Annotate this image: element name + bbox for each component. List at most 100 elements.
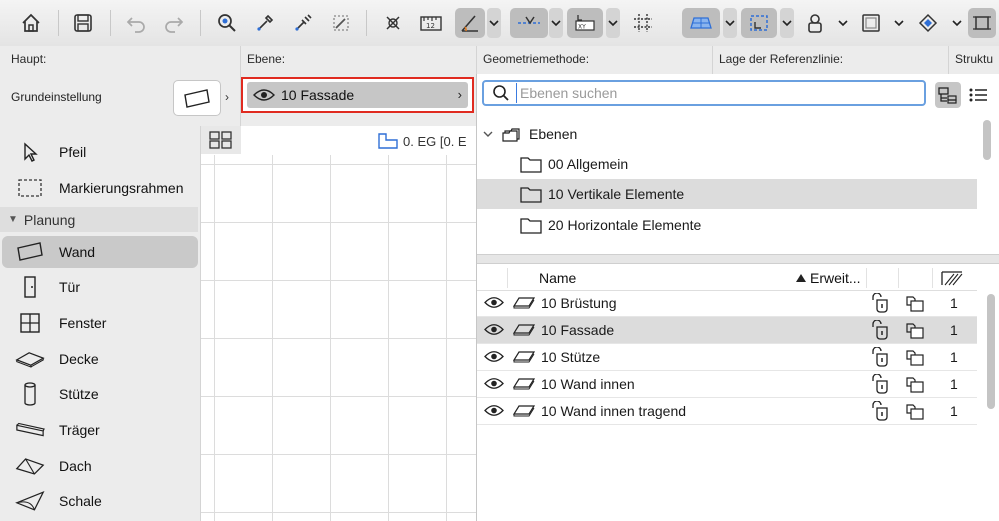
chevron-down-icon[interactable] [892, 8, 906, 38]
haupt-header: Haupt: [11, 52, 47, 66]
grundeinstellung-label: Grundeinstellung [11, 90, 102, 104]
tool-label: Dach [59, 458, 92, 474]
list-view-button[interactable] [965, 82, 991, 108]
tree-item-00-allgemein[interactable]: 00 Allgemein [477, 149, 977, 179]
lock-open-icon[interactable] [870, 293, 892, 313]
tree-item-10-vertikale-elemente[interactable]: 10 Vertikale Elemente [477, 179, 977, 209]
ruler-icon[interactable]: 12 [416, 8, 446, 38]
marquee-icon [18, 179, 42, 197]
chevron-right-icon[interactable]: › [220, 80, 234, 114]
wireframe-icon[interactable] [905, 374, 925, 394]
eye-icon[interactable] [484, 377, 504, 390]
column-name[interactable]: Name [539, 270, 576, 286]
eyedropper-icon[interactable] [250, 8, 280, 38]
layer-name: 10 Wand innen tragend [541, 403, 687, 419]
floor-plan-canvas[interactable]: 0. EG [0. E [201, 126, 476, 521]
layer-name: 10 Fassade [541, 322, 615, 338]
snap-point-icon[interactable] [378, 8, 408, 38]
tool-tuer[interactable]: Tür [2, 271, 198, 303]
tool-label: Fenster [59, 315, 107, 331]
tree-label: 10 Vertikale Elemente [548, 186, 685, 202]
grid-snap-icon[interactable] [628, 8, 658, 38]
coordinates-icon[interactable]: XY [567, 8, 603, 38]
tool-label: Träger [59, 422, 100, 438]
undo-icon[interactable] [121, 8, 151, 38]
redo-icon[interactable] [159, 8, 189, 38]
chevron-down-icon[interactable] [723, 8, 737, 38]
layer-name: 10 Brüstung [541, 295, 617, 311]
tool-schale[interactable]: Schale [2, 485, 198, 517]
layer-list-scrollbar[interactable] [987, 294, 995, 409]
column-erweit[interactable]: Erweit... [795, 270, 861, 286]
lock-open-icon[interactable] [870, 374, 892, 394]
save-icon[interactable] [68, 8, 98, 38]
snap-guide-icon[interactable] [510, 8, 548, 38]
chevron-down-icon[interactable] [549, 8, 563, 38]
tool-markierungsrahmen[interactable]: Markierungsrahmen [2, 172, 198, 204]
main-toolbar: 12 XY [0, 0, 999, 47]
search-box[interactable] [482, 80, 926, 106]
wireframe-icon[interactable] [905, 347, 925, 367]
gravity-icon[interactable] [968, 8, 996, 38]
wireframe-icon[interactable] [905, 401, 925, 421]
tool-stuetze[interactable]: Stütze [2, 378, 198, 410]
tool-wand[interactable]: Wand [2, 236, 198, 268]
chevron-down-icon[interactable] [606, 8, 620, 38]
panel-splitter[interactable] [477, 254, 999, 264]
tool-label: Stütze [59, 386, 99, 402]
wireframe-icon[interactable] [905, 293, 925, 313]
layer-row[interactable]: 10 Wand innen 1 [477, 371, 977, 398]
svg-text:XY: XY [578, 24, 586, 31]
group-label: Planung [23, 211, 76, 228]
chevron-down-icon[interactable] [487, 8, 501, 38]
tool-pfeil[interactable]: Pfeil [2, 136, 198, 168]
tree-item-ebenen[interactable]: Ebenen [477, 119, 977, 149]
door-icon [24, 276, 36, 298]
floor-plan-icon [378, 133, 398, 149]
story-tab[interactable]: 0. EG [0. E [377, 132, 467, 150]
layer-intersection-number: 1 [950, 376, 958, 392]
view-3d-icon[interactable] [913, 8, 943, 38]
guide-line-icon[interactable] [455, 8, 485, 38]
find-select-icon[interactable] [212, 8, 242, 38]
tree-scrollbar[interactable] [983, 120, 991, 160]
lock-open-icon[interactable] [870, 347, 892, 367]
eye-icon[interactable] [484, 296, 504, 309]
tree-view-button[interactable] [935, 82, 961, 108]
view-toggle-button[interactable] [201, 126, 241, 154]
tool-traeger[interactable]: Träger [2, 414, 198, 446]
syringe-icon[interactable] [288, 8, 318, 38]
marquee-select-icon[interactable] [741, 8, 777, 38]
layer-row[interactable]: 10 Wand innen tragend 1 [477, 398, 977, 425]
wireframe-icon[interactable] [905, 320, 925, 340]
search-input[interactable] [516, 83, 910, 103]
group-planung[interactable]: ▼ Planung [0, 207, 198, 232]
chevron-down-icon[interactable] [950, 8, 964, 38]
home-icon[interactable] [16, 8, 46, 38]
eye-icon[interactable] [484, 323, 504, 336]
eye-icon[interactable] [484, 404, 504, 417]
layer-row[interactable]: 10 Brüstung 1 [477, 290, 977, 317]
eye-icon [253, 89, 275, 101]
chevron-down-icon[interactable] [836, 8, 850, 38]
lock-open-icon[interactable] [870, 401, 892, 421]
chevron-down-icon[interactable] [483, 130, 497, 138]
lock-open-icon[interactable] [870, 320, 892, 340]
layer-selector[interactable]: 10 Fassade › [241, 77, 474, 113]
lock-icon[interactable] [800, 8, 830, 38]
layer-row[interactable]: 10 Stütze 1 [477, 344, 977, 371]
work-plane-icon[interactable] [682, 8, 720, 38]
eye-icon[interactable] [484, 350, 504, 363]
hatch-column-icon[interactable] [940, 269, 964, 287]
tool-fenster[interactable]: Fenster [2, 307, 198, 339]
layer-combo-icon[interactable] [856, 8, 886, 38]
chevron-down-icon[interactable] [780, 8, 794, 38]
layer-row[interactable]: 10 Fassade 1 [477, 317, 977, 344]
wall-settings-button[interactable] [173, 80, 221, 116]
magic-wand-icon[interactable] [326, 8, 356, 38]
tool-decke[interactable]: Decke [2, 343, 198, 375]
tool-dach[interactable]: Dach [2, 450, 198, 482]
window-icon [20, 313, 40, 333]
tree-item-20-horizontale-elemente[interactable]: 20 Horizontale Elemente [477, 210, 977, 240]
folder-tree-icon [938, 87, 957, 104]
